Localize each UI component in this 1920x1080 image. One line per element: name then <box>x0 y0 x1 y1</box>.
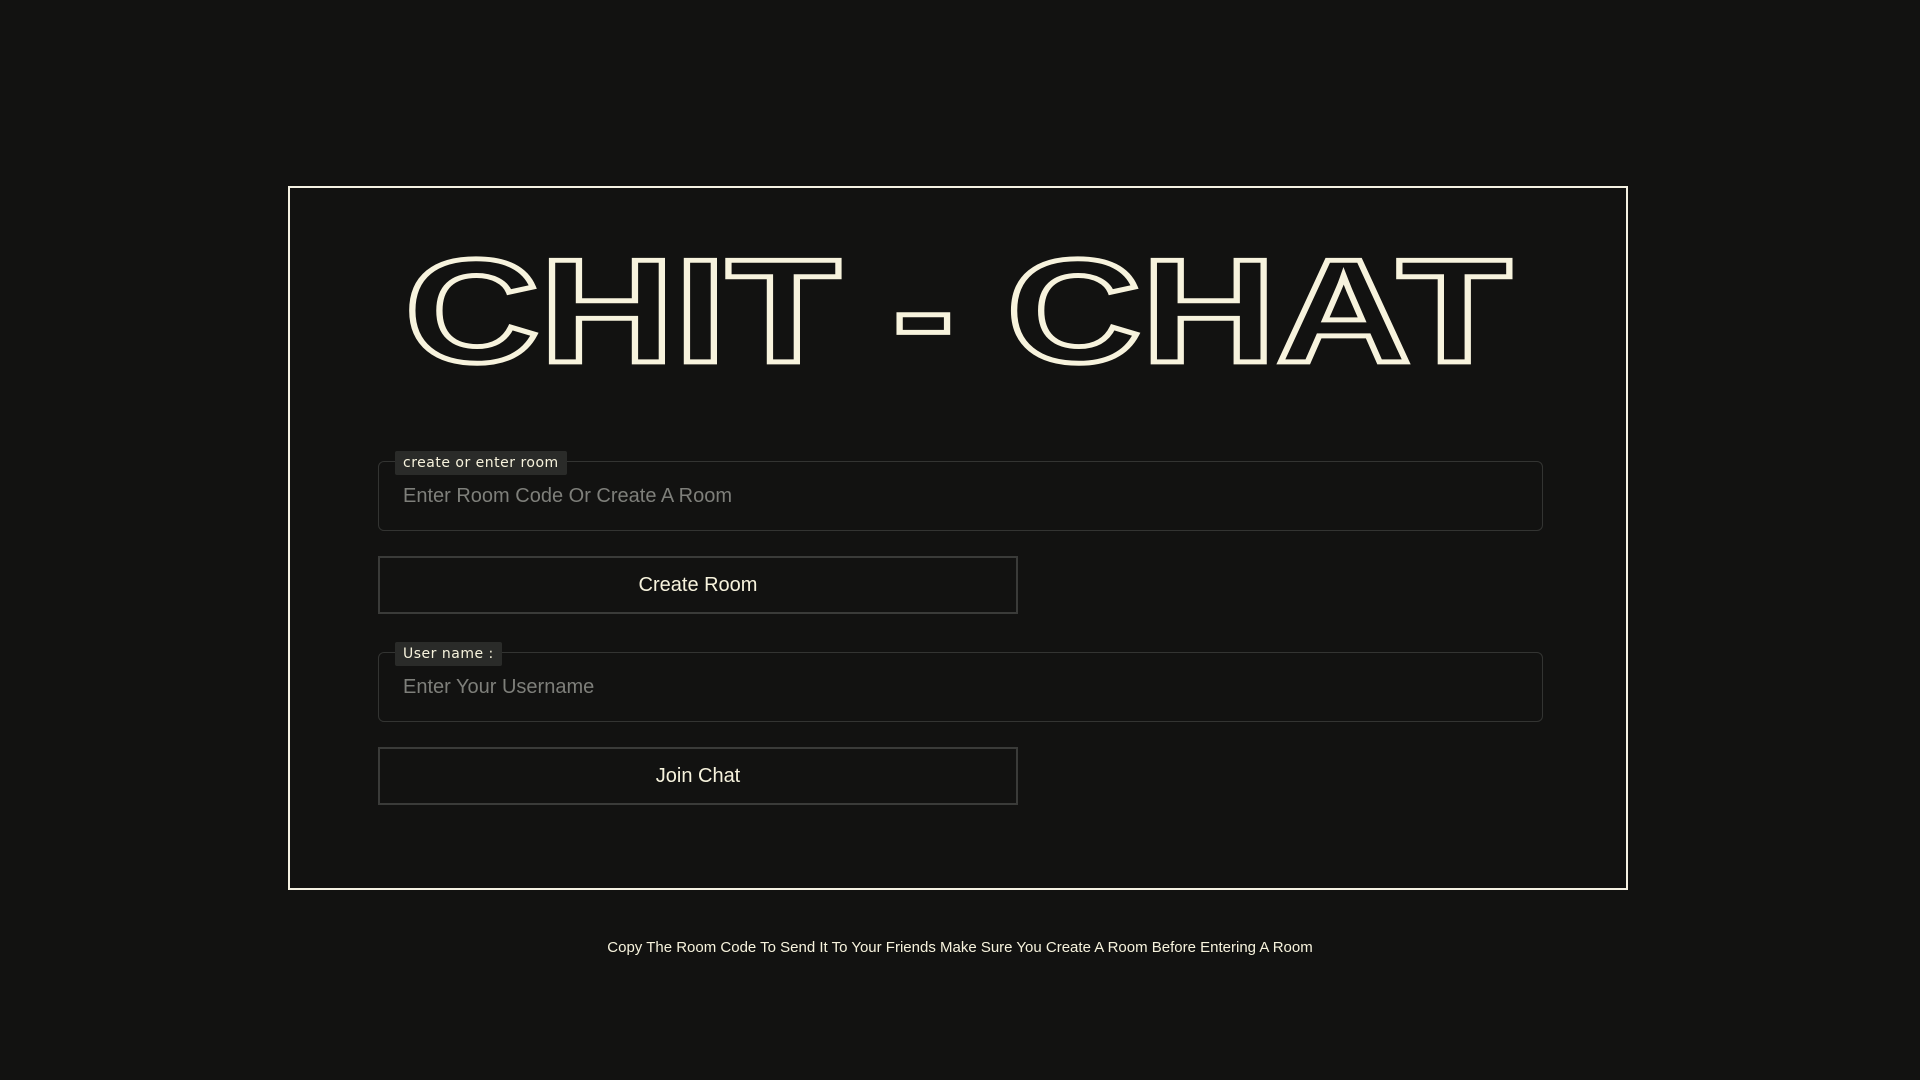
app-title: CHIT - CHAT <box>290 218 1626 398</box>
app-title-svg: CHIT - CHAT <box>402 226 1514 396</box>
join-chat-button[interactable]: Join Chat <box>378 747 1018 805</box>
room-code-field: create or enter room <box>378 451 1543 531</box>
footer-note: Copy The Room Code To Send It To Your Fr… <box>607 939 1313 956</box>
app-title-text: CHIT - CHAT <box>405 229 1512 394</box>
room-code-input[interactable] <box>379 462 1542 530</box>
username-input[interactable] <box>379 653 1542 721</box>
create-room-button[interactable]: Create Room <box>378 556 1018 614</box>
username-field: User name : <box>378 642 1543 722</box>
login-card: CHIT - CHAT create or enter room Create … <box>288 186 1628 890</box>
